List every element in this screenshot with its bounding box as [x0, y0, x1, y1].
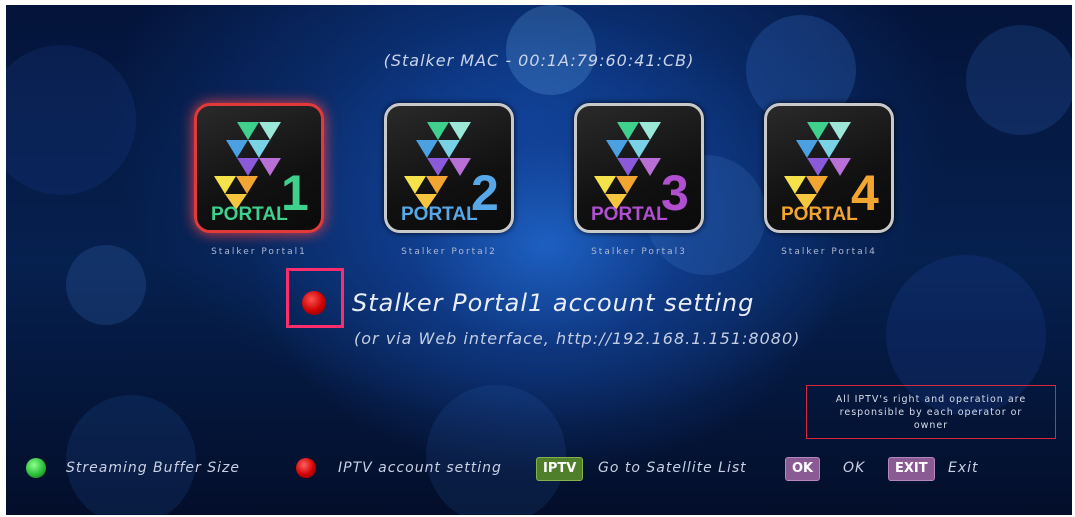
stalker-portal-icon[interactable]: 3 PORTAL — [574, 103, 704, 233]
portal-label: Stalker Portal4 — [781, 247, 877, 257]
exit-legend-text: Exit — [948, 460, 979, 476]
red-legend-button-icon[interactable] — [296, 458, 316, 478]
stalker-logo-icon: 2PORTAL — [401, 122, 499, 225]
bokeh-decoration — [66, 245, 146, 325]
ok-legend-text: OK — [843, 460, 866, 476]
disclaimer-line: responsible by each operator or — [839, 407, 1023, 418]
stalker-portal-icon[interactable]: 2 PORTAL — [384, 103, 514, 233]
iptv-disclaimer: All IPTV's right and operation are respo… — [806, 385, 1056, 439]
disclaimer-line: owner — [913, 420, 949, 431]
red-button-icon[interactable] — [302, 291, 326, 315]
portal-label: Stalker Portal2 — [401, 247, 497, 257]
portal-label: Stalker Portal3 — [591, 247, 687, 257]
stalker-logo-icon: 1PORTAL — [211, 122, 309, 225]
stalker-portal-icon[interactable]: 4 PORTAL — [764, 103, 894, 233]
tv-screen: (Stalker MAC - 00:1A:79:60:41:CB) 1 PORTA… — [6, 5, 1072, 515]
key-legend-bar: Streaming Buffer Size IPTV account setti… — [6, 455, 1072, 481]
stalker-logo-icon: 3PORTAL — [591, 122, 689, 225]
ok-key[interactable]: OK — [785, 457, 821, 481]
bokeh-decoration — [966, 25, 1072, 135]
green-legend-text: Streaming Buffer Size — [66, 460, 240, 476]
stalker-portal-icon[interactable]: 1 PORTAL — [194, 103, 324, 233]
green-button-icon[interactable] — [26, 458, 46, 478]
portal-tile-1[interactable]: 1 PORTAL Stalker Portal1 — [194, 103, 324, 257]
portal-tile-3[interactable]: 3 PORTAL Stalker Portal3 — [574, 103, 704, 257]
portal-word: PORTAL — [781, 204, 858, 225]
iptv-key[interactable]: IPTV — [536, 457, 584, 481]
portal-tile-4[interactable]: 4 PORTAL Stalker Portal4 — [764, 103, 894, 257]
disclaimer-line: All IPTV's right and operation are — [835, 394, 1027, 405]
stalker-logo-icon: 4PORTAL — [781, 122, 879, 225]
red-legend-text: IPTV account setting — [338, 460, 502, 476]
account-setting-title[interactable]: Stalker Portal1 account setting — [352, 289, 754, 317]
web-interface-hint: (or via Web interface, http://192.168.1.… — [354, 329, 801, 348]
portal-word: PORTAL — [401, 204, 478, 225]
portal-word: PORTAL — [211, 204, 288, 225]
bokeh-decoration — [426, 385, 566, 515]
stalker-mac-label: (Stalker MAC - 00:1A:79:60:41:CB) — [383, 51, 695, 70]
iptv-legend-text: Go to Satellite List — [598, 460, 747, 476]
bokeh-decoration — [506, 5, 596, 95]
portal-word: PORTAL — [591, 204, 668, 225]
portal-tile-2[interactable]: 2 PORTAL Stalker Portal2 — [384, 103, 514, 257]
exit-key[interactable]: EXIT — [888, 457, 935, 481]
portal-label: Stalker Portal1 — [211, 247, 307, 257]
